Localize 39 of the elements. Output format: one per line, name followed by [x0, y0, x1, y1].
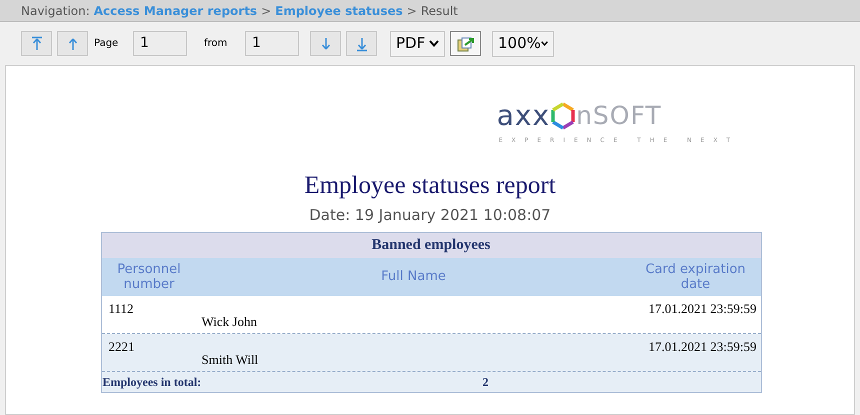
page-input[interactable]: 1 [133, 31, 187, 56]
table-caption: Banned employees [102, 232, 760, 258]
total-pages-input[interactable]: 1 [245, 31, 299, 56]
from-label: from [204, 37, 228, 51]
format-select[interactable]: PDF [390, 30, 445, 56]
hexagon-logo-icon [551, 102, 576, 130]
table-cell-text: 1112 [108, 300, 135, 318]
zoom-select[interactable]: 100% [492, 30, 554, 56]
arrow-up-icon [30, 36, 42, 52]
arrow-down-icon [320, 36, 332, 52]
total-label: Employees in total: [102, 374, 202, 390]
export-icon [456, 36, 474, 52]
logo-text: nSOFT [576, 102, 662, 130]
table-cell-text: 2221 [108, 338, 136, 356]
table-cell-text: Smith Will [202, 350, 260, 368]
next-page-button[interactable] [310, 31, 341, 56]
page-label: Page [94, 37, 120, 51]
report-date: Date: 19 January 2021 10:08:07 [309, 205, 551, 226]
table-cell-text: Wick John [202, 312, 258, 330]
column-header: Full Name [380, 269, 447, 284]
arrow-up-icon [66, 36, 78, 52]
logo-text: axx [496, 102, 550, 130]
navigation-label: Navigation: [21, 2, 90, 20]
chevron-down-icon [429, 40, 439, 47]
report-title: Employee statuses report [304, 171, 556, 201]
table-cell-text: 17.01.2021 23:59:59 [648, 300, 758, 318]
column-header: Card expiration date [644, 262, 747, 292]
last-page-button[interactable] [346, 31, 377, 56]
previous-page-button[interactable] [57, 31, 88, 56]
breadcrumb-separator: > [406, 2, 417, 20]
breadcrumb-separator: > [261, 2, 272, 20]
chevron-down-icon [540, 40, 548, 47]
export-button[interactable] [450, 31, 481, 56]
breadcrumb-current: Result [420, 2, 458, 20]
first-page-button[interactable] [21, 31, 52, 56]
total-value: 2 [482, 374, 488, 390]
table-cell-text: 17.01.2021 23:59:59 [648, 338, 758, 356]
column-header: Personnel number [116, 262, 182, 292]
arrow-down-icon [356, 36, 368, 52]
